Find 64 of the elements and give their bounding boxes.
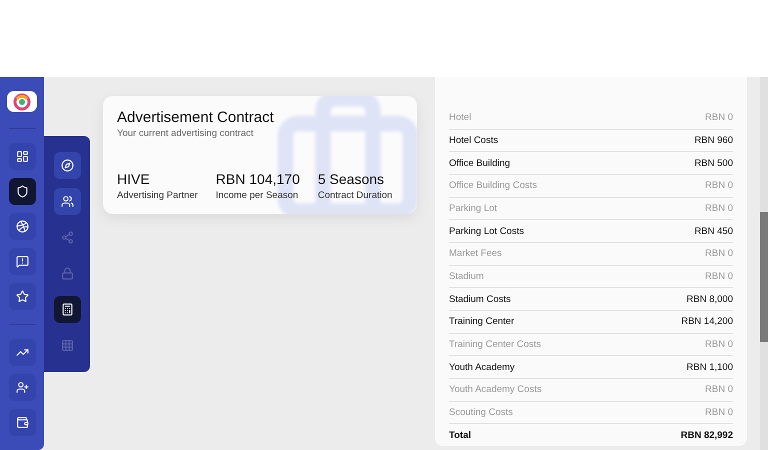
submenu-button[interactable]	[54, 188, 80, 215]
submenu-button[interactable]	[54, 296, 80, 323]
logo-icon[interactable]	[7, 91, 37, 112]
stat-value: HIVE	[117, 171, 151, 187]
sidebar-button[interactable]	[8, 143, 36, 170]
card-subtitle: Your current advertising contract	[117, 128, 254, 139]
cost-label: Youth Academy	[449, 362, 515, 373]
share-icon	[60, 231, 74, 244]
dashboard-icon	[16, 150, 28, 163]
stat-label: Advertising Partner	[117, 190, 198, 201]
cost-label: Training Center	[449, 316, 514, 328]
cost-value: RBN 0	[705, 248, 733, 260]
stat-value: RBN 104,170	[216, 171, 300, 187]
cost-label: Office Building	[449, 158, 510, 169]
cost-value: RBN 0	[705, 180, 733, 192]
stat-label: Income per Season	[216, 190, 300, 201]
cost-value: RBN 0	[705, 384, 733, 396]
cost-value: RBN 0	[705, 202, 733, 214]
stat-value: 5 Seasons	[318, 171, 386, 187]
cost-value: RBN 14,200	[681, 316, 733, 328]
cost-value: RBN 8,000	[686, 294, 733, 305]
cost-label: Office Building Costs	[449, 180, 538, 192]
cost-label: Parking Lot	[449, 202, 498, 214]
cost-label: Parking Lot Costs	[449, 226, 524, 237]
cost-label: Hotel	[449, 112, 472, 123]
cost-value: RBN 1,100	[686, 362, 733, 373]
cost-label: Market Fees	[449, 248, 502, 260]
cost-value: RBN 500	[694, 158, 733, 169]
grid-icon	[60, 339, 74, 352]
calculator-icon	[60, 303, 74, 316]
cost-label: Total	[449, 430, 471, 441]
stat-label: Contract Duration	[318, 190, 392, 201]
alert-message-icon	[16, 255, 28, 268]
cost-value: RBN 0	[705, 112, 733, 123]
cost-value: RBN 0	[705, 271, 733, 282]
scrollbar[interactable]	[760, 77, 768, 450]
cost-label: Scouting Costs	[449, 407, 513, 418]
cost-value: RBN 960	[694, 134, 733, 146]
cost-value: RBN 0	[705, 339, 733, 350]
cost-label: Hotel Costs	[449, 134, 498, 146]
star-icon	[16, 290, 28, 303]
add-user-icon	[16, 381, 28, 394]
cost-value: RBN 0	[705, 407, 733, 418]
sidebar-button[interactable]	[8, 339, 36, 366]
cost-value: RBN 82,992	[680, 430, 733, 441]
sidebar-button[interactable]	[8, 248, 36, 275]
ball-icon	[16, 220, 28, 233]
cost-label: Youth Academy Costs	[449, 384, 542, 396]
cost-label: Stadium	[449, 271, 484, 282]
sidebar-button[interactable]	[8, 374, 36, 401]
sidebar-button[interactable]	[8, 409, 36, 436]
compass-icon	[60, 159, 74, 172]
cost-label: Training Center Costs	[449, 339, 542, 350]
shield-icon	[16, 185, 28, 198]
cost-label: Stadium Costs	[449, 294, 511, 305]
cost-value: RBN 450	[694, 226, 733, 237]
card-title: Advertisement Contract	[117, 109, 275, 126]
users-icon	[60, 195, 74, 208]
sidebar-button[interactable]	[8, 178, 36, 205]
wallet-icon	[16, 416, 28, 429]
submenu-button[interactable]	[54, 152, 80, 179]
sidebar-button[interactable]	[8, 213, 36, 240]
sidebar-button[interactable]	[8, 283, 36, 310]
lock-icon	[60, 267, 74, 280]
